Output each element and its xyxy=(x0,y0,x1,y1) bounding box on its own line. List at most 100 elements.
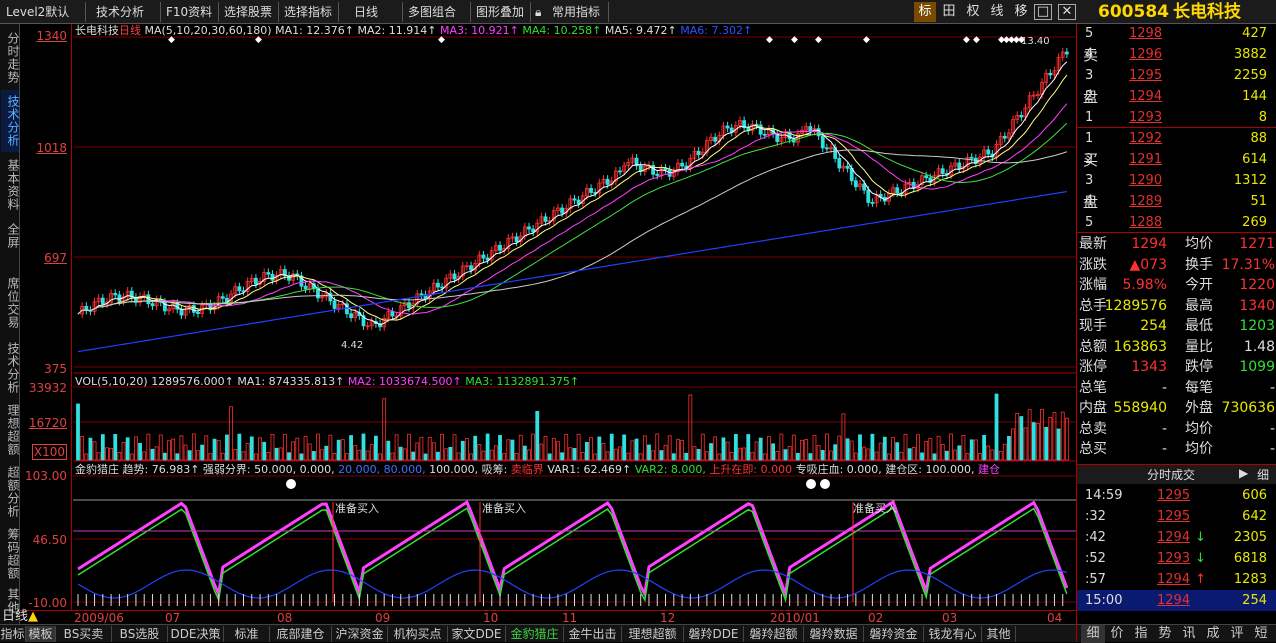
volume-bar xyxy=(907,448,912,461)
menu-overlay[interactable]: 图形叠加 xyxy=(476,3,524,21)
period-selector[interactable]: 日线▲ xyxy=(2,609,38,625)
y-axis: 1340 1018 697 375 33932 16720 X100 103.0… xyxy=(20,24,72,610)
expand-icon[interactable]: ▶ xyxy=(1239,466,1248,480)
tick-row[interactable]: :32 1295 642 xyxy=(1077,506,1276,527)
indicator-tab[interactable]: 其他 xyxy=(982,626,1016,642)
sell-level-row[interactable]: 2 1294 144 xyxy=(1077,87,1276,107)
menu-technical-analysis[interactable]: 技术分析 xyxy=(96,3,144,21)
sell-level-row[interactable]: 1 1293 8 xyxy=(1077,108,1276,128)
tick-row[interactable]: :42 1294 ↓ 2305 xyxy=(1077,527,1276,548)
lock-icon[interactable]: 🔒︎ xyxy=(535,3,541,21)
right-tab[interactable]: 细 xyxy=(1081,625,1105,643)
indicator-tab[interactable]: 磐羚数据 xyxy=(804,626,864,642)
tab-intraday[interactable]: 分时走势 xyxy=(1,28,20,88)
right-tab[interactable]: 讯 xyxy=(1177,625,1201,643)
quote-label: 涨停 xyxy=(1079,359,1107,375)
right-tab[interactable]: 评 xyxy=(1225,625,1249,643)
volume-bar xyxy=(676,438,680,461)
volume-bar xyxy=(878,442,883,461)
menu-multi-chart[interactable]: 多图组合 xyxy=(408,3,456,21)
volume-bar xyxy=(258,437,262,461)
indicator-tab[interactable]: BS选股 xyxy=(112,626,168,642)
indicator-tab[interactable]: 钱龙有心 xyxy=(924,626,982,642)
candle-body xyxy=(986,149,991,155)
volume-bar xyxy=(390,452,395,461)
indicator-tab[interactable]: 金牛出击 xyxy=(564,626,622,642)
sell-level-row[interactable]: 5 1298 427 xyxy=(1077,24,1276,44)
right-tab[interactable]: 短 xyxy=(1249,625,1273,643)
tab-basic-info[interactable]: 基本资料 xyxy=(1,154,20,216)
right-tab[interactable]: 势 xyxy=(1153,625,1177,643)
volume-bar xyxy=(473,435,478,461)
volume-bar xyxy=(709,443,713,461)
buy-level-row[interactable]: 4 1289 51 xyxy=(1077,192,1276,212)
volume-bar xyxy=(887,453,891,461)
right-tab[interactable]: 价 xyxy=(1105,625,1129,643)
close-icon[interactable]: ✕ xyxy=(1058,4,1076,20)
indicator-tab[interactable]: DDE决策 xyxy=(168,626,224,642)
volume-bar xyxy=(196,450,200,461)
tab-chip-excess[interactable]: 筹码超额 xyxy=(1,524,20,584)
indicator-tab[interactable]: 磐羚超额 xyxy=(744,626,804,642)
indicator-tab[interactable]: 机构买点 xyxy=(388,626,448,642)
indicator-tab[interactable]: BS买卖 xyxy=(56,626,112,642)
ticks-detail-button[interactable]: 细 xyxy=(1257,466,1269,483)
tab-ideal-excess[interactable]: 理想超额 xyxy=(1,400,20,460)
right-tab[interactable]: 指 xyxy=(1129,625,1153,643)
indicator-tab[interactable]: 标准 xyxy=(224,626,270,642)
kline-chart[interactable]: ◆ ◆ ◆ ◆ ◆ ◆ ◆ ◆ ◆ ◆ ◆ ◆ ◆ ◆ 长电科技日线 MA(5,10,20,30,60,1… xyxy=(73,24,1076,610)
line-button[interactable]: 线 xyxy=(986,2,1008,22)
volume-bar xyxy=(481,450,486,461)
buy-level-row[interactable]: 1 1292 88 xyxy=(1077,129,1276,149)
volume-bar xyxy=(216,440,221,461)
menu-f10[interactable]: F10资料 xyxy=(166,3,212,21)
tick-time: 14:59 xyxy=(1085,488,1123,503)
volume-bar xyxy=(100,434,105,461)
volume-bar xyxy=(841,413,846,461)
grid-button[interactable]: 田 xyxy=(938,2,960,22)
volume-bar xyxy=(543,436,548,461)
mark-button[interactable]: 标 xyxy=(914,2,936,22)
tab-seat-trade[interactable]: 席位交易 xyxy=(1,272,20,334)
buy-level-row[interactable]: 3 1290 1312 xyxy=(1077,171,1276,191)
menu-period[interactable]: 日线 xyxy=(354,3,378,21)
rights-button[interactable]: 权 xyxy=(962,2,984,22)
window-icon[interactable]: □ xyxy=(1034,4,1052,20)
volume-bar xyxy=(642,435,647,461)
volume-bar xyxy=(88,437,93,461)
indicator-tab[interactable]: 金豹猎庄 xyxy=(506,626,564,642)
indicator-tab[interactable]: 沪深资金 xyxy=(332,626,388,642)
indicator-tab[interactable]: 磐羚DDE xyxy=(684,626,744,642)
move-button[interactable]: 移 xyxy=(1010,2,1032,22)
buy-level-row[interactable]: 5 1288 269 xyxy=(1077,213,1276,233)
menu-common-indicators[interactable]: 常用指标 xyxy=(552,3,600,21)
volume-bar xyxy=(688,394,693,461)
volume-header: VOL(5,10,20) 1289576.000↑ MA1: 874335.81… xyxy=(75,375,580,388)
volume-bar xyxy=(833,444,838,461)
tab-excess-analysis[interactable]: 超额分析 xyxy=(1,462,20,522)
tick-row[interactable]: 14:59 1295 606 xyxy=(1077,485,1276,506)
tab-technical[interactable]: 技术分析 xyxy=(1,90,20,152)
tick-row[interactable]: :57 1294 ↑ 1283 xyxy=(1077,569,1276,590)
indicator-tab[interactable]: 模板 xyxy=(26,626,56,642)
buy-level-row[interactable]: 2 1291 614 xyxy=(1077,150,1276,170)
sell-level-row[interactable]: 3 1295 2259 xyxy=(1077,66,1276,86)
level-volume: 3882 xyxy=(1233,47,1267,62)
tab-fullscreen[interactable]: 全屏 xyxy=(1,218,20,254)
tick-row[interactable]: :52 1293 ↓ 6818 xyxy=(1077,548,1276,569)
volume-bar xyxy=(1064,417,1069,461)
tick-row[interactable]: 15:00 1294 254 xyxy=(1077,590,1276,611)
tab-technical-2[interactable]: 技术分析 xyxy=(1,338,20,398)
indicator-tab[interactable]: 底部建仓 xyxy=(270,626,332,642)
indicator-tab[interactable]: 理想超额 xyxy=(622,626,684,642)
menu-select-indicator[interactable]: 选择指标 xyxy=(284,3,332,21)
indicator-tab[interactable]: 磐羚资金 xyxy=(864,626,924,642)
volume-bar xyxy=(858,434,862,461)
indicator-tab[interactable]: 家文DDE xyxy=(448,626,506,642)
menu-select-stock[interactable]: 选择股票 xyxy=(224,3,272,21)
sell-level-row[interactable]: 4 1296 3882 xyxy=(1077,45,1276,65)
level-price: 1296 xyxy=(1129,47,1163,62)
indicator-tab[interactable]: 指标 xyxy=(0,626,26,642)
right-tab[interactable]: 成 xyxy=(1201,625,1225,643)
menu-level2[interactable]: Level2默认 xyxy=(6,3,69,21)
